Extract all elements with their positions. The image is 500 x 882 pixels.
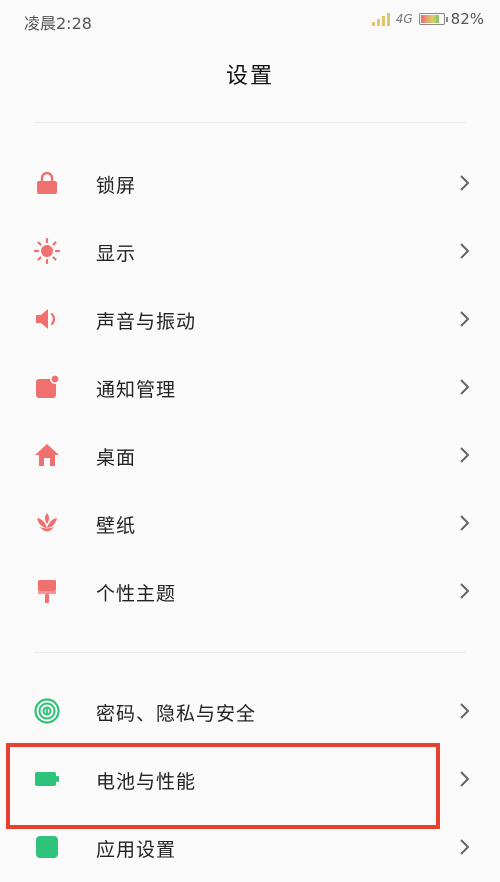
status-time: 凌晨2:28: [24, 14, 92, 33]
settings-item-sound[interactable]: 声音与振动: [0, 286, 500, 354]
chevron-right-icon: [460, 583, 470, 599]
settings-item-lock-screen[interactable]: 锁屏: [0, 150, 500, 218]
battery-percent: 82%: [450, 10, 484, 28]
settings-item-label: 声音与振动: [96, 311, 197, 333]
chevron-right-icon: [460, 839, 470, 855]
lock-icon: [37, 171, 57, 194]
settings-item-notifications[interactable]: 通知管理: [0, 354, 500, 422]
page-title: 设置: [225, 64, 274, 89]
divider: [34, 122, 466, 123]
settings-item-desktop[interactable]: 桌面: [0, 422, 500, 490]
notification-icon: [36, 374, 60, 398]
chevron-right-icon: [460, 379, 470, 395]
settings-item-label: 桌面: [96, 447, 137, 469]
divider: [34, 652, 466, 653]
settings-item-wallpaper[interactable]: 壁纸: [0, 490, 500, 558]
chevron-right-icon: [460, 243, 470, 259]
speaker-icon: [36, 309, 56, 329]
settings-item-themes[interactable]: 个性主题: [0, 558, 500, 626]
status-bar: 凌晨2:28 4G 82%: [0, 0, 500, 40]
chevron-right-icon: [460, 515, 470, 531]
settings-item-label: 显示: [96, 243, 137, 265]
status-indicators: 4G 82%: [371, 10, 484, 28]
settings-item-display[interactable]: 显示: [0, 218, 500, 286]
fingerprint-icon: [34, 698, 60, 724]
chevron-right-icon: [460, 175, 470, 191]
settings-item-privacy-security[interactable]: 密码、隐私与安全: [0, 678, 500, 746]
settings-item-label: 个性主题: [96, 583, 177, 605]
settings-item-label: 应用设置: [96, 839, 177, 861]
brush-icon: [38, 580, 56, 603]
settings-item-label: 锁屏: [96, 175, 137, 197]
chevron-right-icon: [460, 311, 470, 327]
home-icon: [35, 444, 59, 466]
network-type: 4G: [395, 12, 413, 26]
sun-icon: [34, 238, 60, 264]
chevron-right-icon: [460, 447, 470, 463]
chevron-right-icon: [460, 771, 470, 787]
battery-status-icon: [418, 13, 448, 25]
apps-icon: [36, 836, 58, 858]
settings-item-label: 通知管理: [96, 379, 177, 401]
signal-icon: [371, 12, 390, 26]
settings-item-label: 壁纸: [96, 515, 137, 537]
settings-item-label: 密码、隐私与安全: [96, 703, 257, 725]
flower-icon: [37, 513, 57, 532]
chevron-right-icon: [460, 703, 470, 719]
highlight-annotation-box: [6, 743, 440, 829]
